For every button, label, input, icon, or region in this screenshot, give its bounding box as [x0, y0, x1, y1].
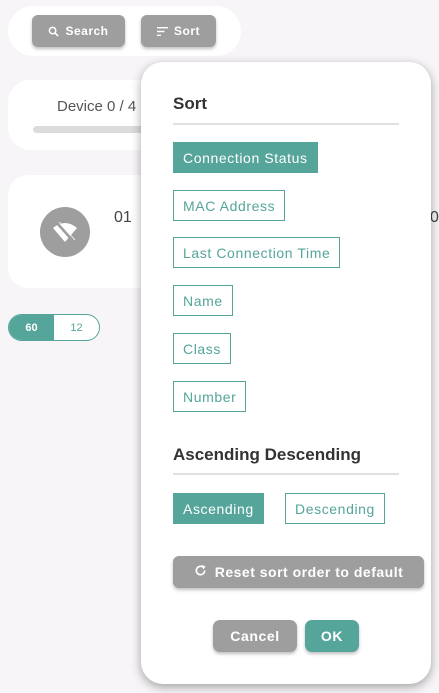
sort-section-divider	[173, 123, 399, 125]
page-size-option-12[interactable]: 12	[54, 315, 99, 340]
wifi-off-icon	[40, 207, 90, 257]
page-size-option-60[interactable]: 60	[9, 315, 54, 340]
sort-section-title: Sort	[173, 94, 207, 113]
reset-sort-label: Reset sort order to default	[214, 564, 404, 580]
reset-sort-button[interactable]: Reset sort order to default	[173, 556, 424, 588]
sort-lines-icon	[157, 26, 168, 36]
sort-panel: Sort Connection Status MAC Address Last …	[141, 62, 431, 684]
device-number: 01	[114, 209, 132, 226]
search-icon	[48, 26, 60, 37]
cancel-button[interactable]: Cancel	[213, 620, 297, 652]
sort-button-label: Sort	[174, 24, 200, 38]
top-toolbar: Search Sort	[8, 6, 241, 56]
sort-option-number[interactable]: Number	[173, 381, 247, 412]
device-count-label: Device 0 / 4	[57, 98, 137, 115]
order-section-title: Ascending Descending	[173, 445, 361, 464]
sort-option-last-connection-time[interactable]: Last Connection Time	[173, 237, 341, 268]
sort-button[interactable]: Sort	[141, 15, 216, 47]
order-option-descending[interactable]: Descending	[285, 493, 385, 524]
sort-option-class[interactable]: Class	[173, 333, 232, 364]
sort-option-name[interactable]: Name	[173, 285, 233, 316]
ok-button[interactable]: OK	[305, 620, 359, 652]
search-button-label: Search	[65, 24, 109, 38]
order-option-ascending[interactable]: Ascending	[173, 493, 264, 524]
search-button[interactable]: Search	[32, 15, 125, 47]
refresh-icon	[194, 564, 207, 580]
sort-option-mac-address[interactable]: MAC Address	[173, 190, 286, 221]
page-size-toggle: 60 12	[8, 314, 100, 341]
device-secondary-text: 02	[430, 209, 439, 226]
sort-option-connection-status[interactable]: Connection Status	[173, 142, 318, 173]
order-section-divider	[173, 473, 399, 475]
